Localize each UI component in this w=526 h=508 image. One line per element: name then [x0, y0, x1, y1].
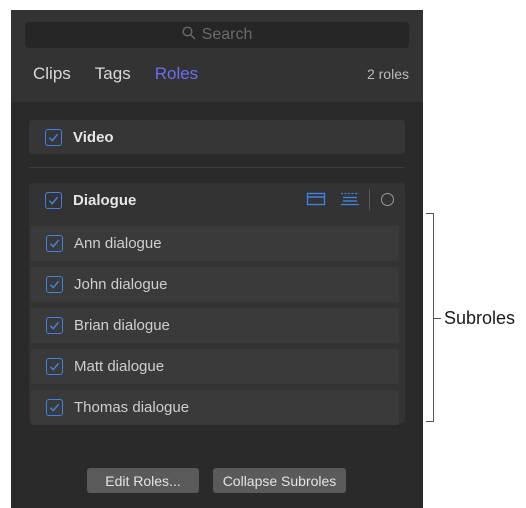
- subrole-checkbox[interactable]: [46, 276, 63, 293]
- divider: [29, 167, 405, 168]
- tab-roles[interactable]: Roles: [155, 64, 198, 84]
- edit-roles-button[interactable]: Edit Roles...: [87, 468, 199, 493]
- subrole-row[interactable]: Matt dialogue: [31, 349, 399, 384]
- focus-circle-icon[interactable]: [381, 193, 394, 206]
- subrole-row[interactable]: John dialogue: [31, 267, 399, 302]
- dialogue-label: Dialogue: [73, 191, 137, 209]
- browser-tabs: Clips Tags Roles: [33, 64, 222, 84]
- video-checkbox[interactable]: [45, 128, 62, 146]
- show-lane-icon[interactable]: [305, 189, 327, 209]
- subroles-bracket: [426, 213, 434, 422]
- toolbar-separator: [369, 189, 370, 210]
- subroles-callout: Subroles: [444, 308, 516, 328]
- roles-panel: Search Clips Tags Roles 2 roles Video Di…: [11, 10, 423, 508]
- panel-header: Search Clips Tags Roles 2 roles: [11, 10, 423, 102]
- tab-tags[interactable]: Tags: [95, 64, 131, 84]
- subrole-checkbox[interactable]: [46, 317, 63, 334]
- subrole-label: Matt dialogue: [74, 358, 165, 375]
- collapse-subroles-button[interactable]: Collapse Subroles: [213, 468, 346, 493]
- bracket-tick: [434, 318, 441, 319]
- role-row-video[interactable]: Video: [29, 120, 405, 154]
- subrole-label: John dialogue: [74, 276, 168, 293]
- subrole-checkbox[interactable]: [46, 235, 63, 252]
- subrole-label: Ann dialogue: [74, 235, 162, 252]
- role-group-dialogue: Dialogue Ann dialogue John dialogue Bria…: [29, 183, 405, 425]
- dialogue-checkbox[interactable]: [45, 191, 62, 209]
- subrole-row[interactable]: Ann dialogue: [31, 226, 399, 261]
- subrole-row[interactable]: Brian dialogue: [31, 308, 399, 343]
- search-field[interactable]: Search: [25, 22, 409, 48]
- search-icon: [182, 25, 196, 45]
- subrole-label: Brian dialogue: [74, 317, 170, 334]
- subrole-lanes-icon[interactable]: [339, 189, 361, 209]
- subrole-row[interactable]: Thomas dialogue: [31, 390, 399, 425]
- video-label: Video: [73, 128, 114, 146]
- roles-count: 2 roles: [366, 66, 409, 82]
- subrole-label: Thomas dialogue: [74, 399, 190, 416]
- subrole-checkbox[interactable]: [46, 399, 63, 416]
- tab-clips[interactable]: Clips: [33, 64, 71, 84]
- subrole-checkbox[interactable]: [46, 358, 63, 375]
- search-placeholder: Search: [201, 26, 253, 43]
